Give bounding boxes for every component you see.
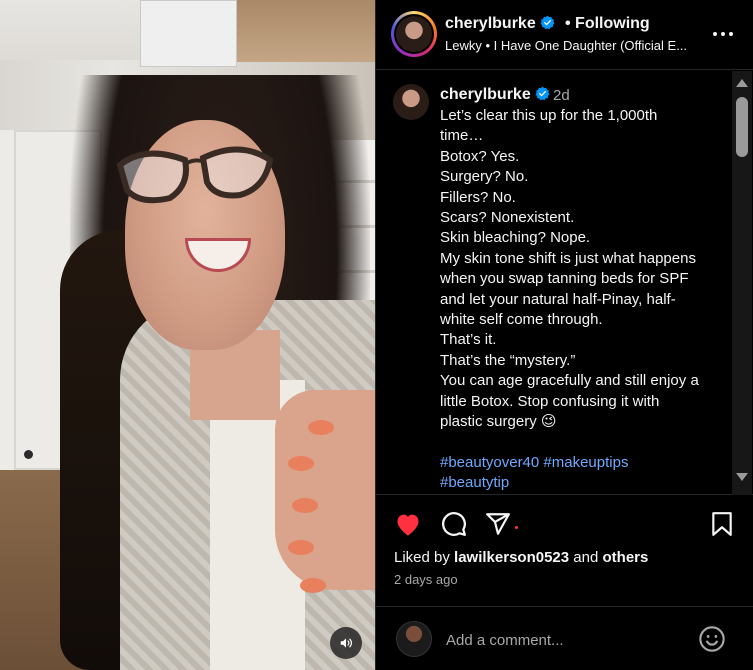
heart-filled-icon <box>397 514 419 536</box>
audio-track-link[interactable]: Lewky • I Have One Daughter (Official E.… <box>445 38 705 53</box>
video-person-glasses <box>116 146 274 204</box>
caption-line: and let your natural half-Pinay, half- <box>440 290 676 308</box>
avatar <box>396 16 432 52</box>
caption-line: little Botox. Stop confusing it with <box>440 392 660 410</box>
video-nail <box>308 420 334 435</box>
caption-author-row: cherylburke <box>440 86 550 104</box>
post-date[interactable]: 2 days ago <box>394 572 458 587</box>
caption-line: You can age gracefully and still enjoy a <box>440 372 699 390</box>
post-side-panel: cherylburke • Following Lewky • I Have O… <box>375 0 753 670</box>
caption-text: Let’s clear this up for the 1,000th time… <box>440 106 726 494</box>
video-scene-wood <box>230 0 375 62</box>
following-button[interactable]: • Following <box>565 15 650 33</box>
video-nail <box>300 578 326 593</box>
verified-badge-icon <box>535 86 550 101</box>
hashtag-link[interactable]: #beautytip <box>440 473 726 493</box>
avatar[interactable] <box>393 84 429 120</box>
speaker-icon <box>340 638 352 648</box>
caption-line: Fillers? No. <box>440 188 516 206</box>
comment-button[interactable] <box>438 508 470 540</box>
video-nail <box>288 540 314 555</box>
comment-bubble-icon <box>442 512 466 536</box>
author-avatar-story-ring[interactable] <box>391 11 437 57</box>
like-button[interactable] <box>392 508 424 540</box>
avatar <box>396 621 432 657</box>
bookmark-icon <box>712 512 732 536</box>
liked-by-user-link[interactable]: lawilkerson0523 <box>454 549 569 566</box>
caption-line: My skin tone shift is just what happens <box>440 249 696 267</box>
scrollbar-thumb[interactable] <box>736 97 748 157</box>
caption-line: Surgery? No. <box>440 168 529 186</box>
paper-plane-icon <box>486 513 510 535</box>
comment-bar <box>376 606 753 670</box>
caption-line: That’s it. <box>440 331 497 349</box>
post-header: cherylburke • Following Lewky • I Have O… <box>376 0 753 70</box>
post-video[interactable] <box>0 0 375 670</box>
post-action-bar <box>376 496 753 552</box>
video-scene-ac-unit <box>140 0 237 67</box>
comment-input[interactable] <box>444 628 688 652</box>
caption-line: time… <box>440 127 484 145</box>
caption-line: plastic surgery 😉 <box>440 413 557 431</box>
caption-scrollbar[interactable] <box>732 71 752 495</box>
author-username-link[interactable]: cherylburke <box>445 15 536 32</box>
video-nail <box>288 456 314 471</box>
instagram-post-modal: cherylburke • Following Lewky • I Have O… <box>0 0 753 670</box>
caption-line: Skin bleaching? Nope. <box>440 229 591 247</box>
hashtag-link[interactable]: #beautyover40 #makeuptips <box>440 453 726 473</box>
liked-by-others-link[interactable]: others <box>603 549 649 566</box>
scroll-up-arrow-icon[interactable] <box>736 79 748 87</box>
scroll-down-arrow-icon[interactable] <box>736 473 748 481</box>
save-button[interactable] <box>706 508 738 540</box>
caption-line: Botox? Yes. <box>440 147 520 165</box>
caption-timestamp: 2d <box>553 87 570 104</box>
video-nail <box>292 498 318 513</box>
header-author-row: cherylburke <box>445 15 555 33</box>
mute-toggle-button[interactable] <box>330 627 362 659</box>
notification-dot <box>515 526 518 529</box>
caption-scroll-area[interactable]: cherylburke 2d Let’s clear this up for t… <box>376 71 753 495</box>
caption-line: Let’s clear this up for the 1,000th <box>440 107 658 124</box>
liked-by-and: and <box>569 549 603 566</box>
liked-by-text: Liked by lawilkerson0523 and others <box>394 549 648 566</box>
caption-line: Scars? Nonexistent. <box>440 209 575 227</box>
caption-line: white self come through. <box>440 311 603 329</box>
liked-by-prefix: Liked by <box>394 549 455 566</box>
caption-line: when you swap tanning beds for SPF <box>440 270 689 288</box>
verified-badge-icon <box>540 15 555 30</box>
more-options-icon[interactable] <box>711 24 735 44</box>
caption-line: That’s the “mystery.” <box>440 351 576 369</box>
smiley-icon[interactable] <box>698 625 726 653</box>
share-button[interactable] <box>482 508 514 540</box>
caption-author-username[interactable]: cherylburke <box>440 86 531 103</box>
